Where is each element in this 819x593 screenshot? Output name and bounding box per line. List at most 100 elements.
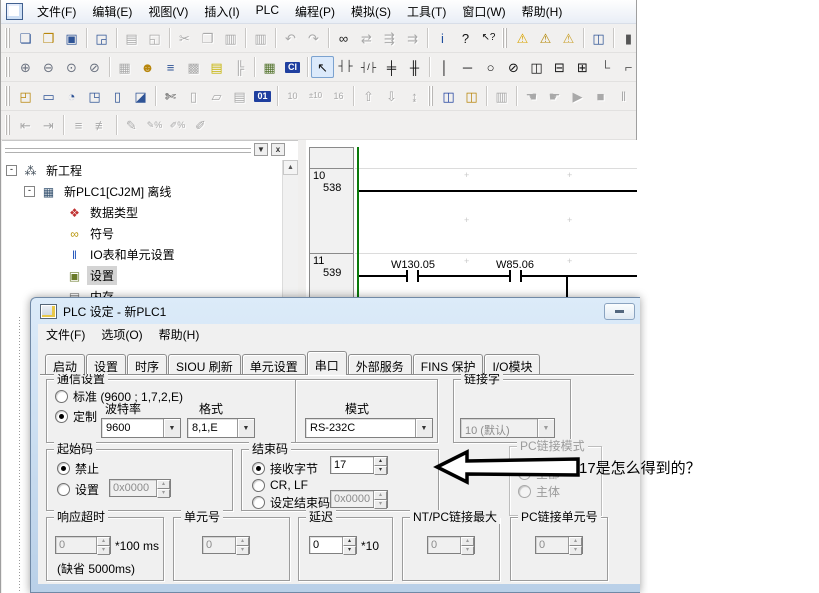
delay-spinner[interactable]: 0 ▴▾ [309,536,357,554]
rung-margin-cell[interactable]: 10 538 [309,168,354,254]
annotation-list-icon[interactable]: ≢ [90,114,113,136]
tab-unit-settings[interactable]: 单元设置 [242,354,306,374]
upload-from-plc-icon[interactable]: ◫ [460,85,483,107]
expander-icon[interactable]: - [6,165,17,176]
new-coil-icon[interactable]: ○ [479,56,502,78]
save-icon[interactable]: ▣ [60,27,83,49]
menu-insert[interactable]: 插入(I) [196,0,247,23]
zoom-fit-icon[interactable]: ⊘ [83,56,106,78]
baud-rate-combo[interactable]: 9600 ▼ [101,418,181,438]
tab-siou-refresh[interactable]: SIOU 刷新 [168,354,241,374]
tree-item-settings[interactable]: ▣设置 [2,265,281,286]
download-to-plc-icon[interactable]: ◫ [437,85,460,107]
pause-mode-icon[interactable]: ‖ [612,85,635,107]
minimize-button[interactable] [604,303,635,320]
panel-dropdown-button[interactable]: ▼ [254,143,268,156]
connect-line-icon[interactable]: └ [594,56,617,78]
tab-peripheral-service[interactable]: 外部服务 [348,354,412,374]
dialog-menu-help[interactable]: 帮助(H) [151,323,208,346]
zoom-out-icon[interactable]: ⊖ [37,56,60,78]
tab-startup[interactable]: 启动 [45,354,85,374]
new-instruction-icon[interactable]: ⊞ [571,56,594,78]
crlf-radio[interactable]: CR, LF [252,478,308,492]
print-preview-icon[interactable]: ◱ [143,27,166,49]
compile-tools-icon[interactable]: ✄ [159,85,182,107]
monitor-pen-4-icon[interactable]: ✐ [189,114,212,136]
menu-view[interactable]: 视图(V) [140,0,196,23]
grid-icon[interactable]: ▦ [113,56,136,78]
combo-arrow-icon[interactable]: ▼ [415,419,432,437]
properties-icon[interactable]: ◪ [129,85,152,107]
received-bytes-spinner[interactable]: 17 ▴▾ [330,456,388,474]
transfer-warning-icon[interactable]: ◫ [587,27,610,49]
mode-combo[interactable]: RS-232C ▼ [305,418,433,438]
rung-comment-icon[interactable]: ≡ [67,114,90,136]
tab-serial-port[interactable]: 串口 [307,351,347,375]
new-icon[interactable]: ❏ [14,27,37,49]
delete-line-icon[interactable]: ⌐ [617,56,636,78]
horizontal-line-icon[interactable]: ─ [456,56,479,78]
local-symbols-icon[interactable]: ≡ [159,56,182,78]
symbol-editor-icon[interactable]: ☻ [136,56,159,78]
workspace-panel-header[interactable]: ▼ x [5,143,285,156]
watch-window-icon[interactable]: ◔ [60,85,83,107]
tab-settings[interactable]: 设置 [86,354,126,374]
scroll-up-icon[interactable]: ▲ [283,160,298,175]
start-code-set-radio[interactable]: 设置 [57,481,99,498]
monitor-pen-1-icon[interactable]: ✎ [120,114,143,136]
toolbar-handle[interactable] [428,86,433,106]
find-icon[interactable]: ∞ [332,27,355,49]
new-or-closed-contact-icon[interactable]: ╫ [403,56,426,78]
paste-special-icon[interactable]: ▥ [249,27,272,49]
zoom-100-icon[interactable]: ⊙ [60,56,83,78]
toolbar-handle[interactable] [5,28,10,48]
dialog-menu-options[interactable]: 选项(O) [93,323,150,346]
decimal-icon[interactable]: 10 [281,85,304,107]
tab-fins-protection[interactable]: FINS 保护 [413,354,484,374]
monitor-grid-icon[interactable]: ▩ [182,56,205,78]
tree-item-io-table[interactable]: ‖IO表和单元设置 [2,244,281,265]
find-report-icon[interactable]: ◲ [90,27,113,49]
compile-all-programs-icon[interactable]: ⚠ [534,27,557,49]
replace-icon[interactable]: ⇄ [355,27,378,49]
monitor-down-icon[interactable]: ⇩ [380,85,403,107]
undo-icon[interactable]: ↶ [279,27,302,49]
tree-item-data-types[interactable]: ❖数据类型 [2,202,281,223]
program-check-icon[interactable]: ▯ [182,85,205,107]
menu-tools[interactable]: 工具(T) [399,0,454,23]
monitor-pen-3-icon[interactable]: ✐% [166,114,189,136]
new-keep-icon[interactable]: ⊟ [548,56,571,78]
tab-timings[interactable]: 时序 [127,354,167,374]
about-icon[interactable]: i [431,27,454,49]
sma-library-icon[interactable]: ▦ [258,56,281,78]
toolbar-handle[interactable] [5,115,10,135]
new-or-contact-icon[interactable]: ╪ [380,56,403,78]
replace-all-icon[interactable]: ⇶ [378,27,401,49]
task-icon[interactable]: ▱ [205,85,228,107]
signed-decimal-icon[interactable]: ±10 [304,85,327,107]
vertical-line-icon[interactable]: │ [433,56,456,78]
tab-io-module[interactable]: I/O模块 [484,354,540,374]
panel-close-button[interactable]: x [271,143,285,156]
menu-simulation[interactable]: 模拟(S) [343,0,399,23]
tree-item-plc-node[interactable]: -▦新PLC1[CJ2M] 离线 [2,181,281,202]
indent-left-icon[interactable]: ⇤ [14,114,37,136]
received-bytes-radio[interactable]: 接收字节 [252,460,318,477]
hierarchy-icon[interactable]: ╠ [228,56,251,78]
open-icon[interactable]: ❒ [37,27,60,49]
select-mode-icon[interactable]: ↖ [311,56,334,78]
new-contact-icon[interactable]: ┤├ [334,56,357,78]
monitor-up-icon[interactable]: ⇧ [357,85,380,107]
rung-margin-cell[interactable] [309,147,354,169]
print-icon[interactable]: ▤ [120,27,143,49]
new-closed-coil-icon[interactable]: ⊘ [502,56,525,78]
toolbar-handle[interactable] [502,28,507,48]
expander-icon[interactable]: - [24,186,35,197]
ci-view-icon[interactable]: CI [281,56,304,78]
spinner-buttons[interactable]: ▴▾ [342,537,356,553]
hex-icon[interactable]: 16 [327,85,350,107]
list-view-icon[interactable]: ▤ [228,85,251,107]
dialog-menu-file[interactable]: 文件(F) [38,323,93,346]
menu-program[interactable]: 编程(P) [287,0,343,23]
compile-plc-icon[interactable]: ⚠ [511,27,534,49]
